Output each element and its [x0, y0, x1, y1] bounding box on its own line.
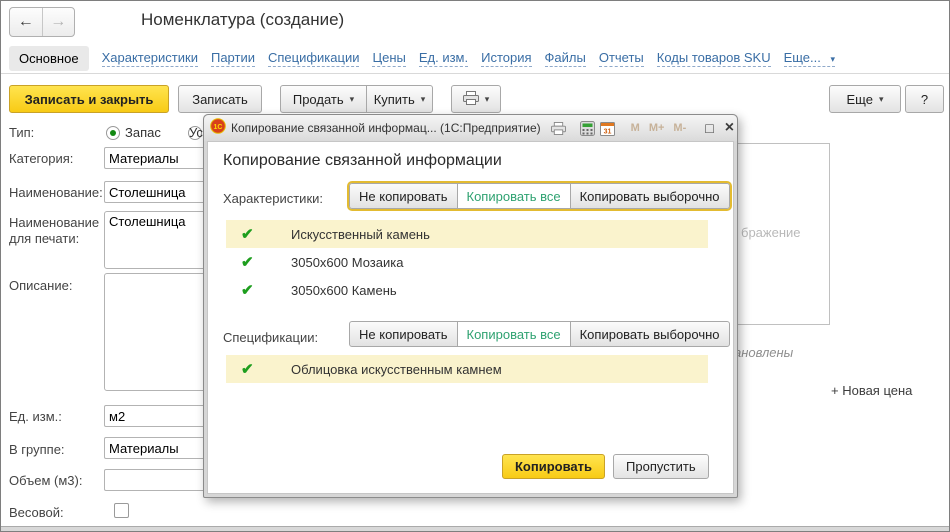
tab-specifications[interactable]: Спецификации [267, 50, 360, 67]
svg-text:31: 31 [603, 128, 611, 135]
specifications-copy-mode-group: Не копировать Копировать все Копировать … [347, 319, 732, 349]
group-input[interactable] [104, 437, 208, 459]
group-label: В группе: [9, 442, 65, 457]
tab-more[interactable]: Еще... ▾ [783, 50, 836, 67]
memory-mminus-button[interactable]: M- [671, 122, 688, 134]
skip-button[interactable]: Пропустить [613, 454, 709, 479]
new-price-link[interactable]: + Новая цена [831, 383, 912, 398]
type-radio-stock[interactable] [106, 126, 120, 140]
1c-logo-icon: 1С [210, 117, 226, 139]
print-name-label: Наименование для печати: [9, 215, 100, 246]
copy-button[interactable]: Копировать [502, 454, 606, 479]
image-placeholder-text: бражение [741, 225, 801, 240]
sell-button[interactable]: Продать ▾ [280, 85, 367, 113]
close-button[interactable]: × [722, 119, 737, 137]
volume-input[interactable] [104, 469, 208, 491]
characteristics-copy-all-button[interactable]: Копировать все [456, 183, 571, 209]
specifications-copy-selectively-button[interactable]: Копировать выборочно [569, 321, 730, 347]
print-menu-button[interactable]: ▾ [451, 85, 501, 113]
list-item[interactable]: ✔ 3050х600 Мозаика [226, 248, 708, 276]
tab-main[interactable]: Основное [9, 46, 89, 71]
tab-units[interactable]: Ед. изм. [418, 50, 469, 67]
dialog-button-row: Копировать Пропустить [502, 454, 709, 479]
weight-checkbox[interactable] [114, 503, 129, 518]
save-button[interactable]: Записать [178, 85, 262, 113]
chevron-down-icon: ▾ [830, 54, 836, 64]
tab-prices[interactable]: Цены [372, 50, 406, 67]
forward-icon: → [50, 13, 67, 30]
check-icon: ✔ [241, 226, 254, 243]
memory-m-button[interactable]: M [629, 122, 642, 134]
memory-mplus-button[interactable]: M+ [647, 122, 667, 134]
calendar-icon[interactable]: 31 [599, 118, 615, 138]
chevron-down-icon: ▾ [878, 93, 884, 104]
tab-batches[interactable]: Партии [210, 50, 255, 67]
list-item[interactable]: ✔ Облицовка искусственным камнем [226, 355, 708, 383]
main-window: ← → Номенклатура (создание) Основное Хар… [0, 0, 950, 532]
back-button[interactable]: ← [10, 8, 43, 36]
help-button[interactable]: ? [905, 85, 944, 113]
tab-history[interactable]: История [481, 50, 532, 67]
tabbar-divider [1, 73, 949, 74]
description-label: Описание: [9, 278, 73, 293]
type-label: Тип: [9, 125, 35, 140]
dialog-heading: Копирование связанной информации [223, 152, 502, 169]
category-label: Категория: [9, 151, 74, 166]
chevron-down-icon: ▾ [420, 93, 426, 104]
prices-note-text: ановлены [734, 345, 794, 360]
item-label: Облицовка искусственным камнем [291, 361, 502, 377]
characteristics-copy-mode-group: Не копировать Копировать все Копировать … [347, 181, 732, 211]
more-actions-button[interactable]: Еще ▾ [829, 85, 901, 113]
specifications-copy-all-button[interactable]: Копировать все [456, 321, 571, 347]
chevron-down-icon: ▾ [484, 93, 490, 104]
back-icon: ← [17, 13, 34, 30]
dialog-titlebar[interactable]: 1С Копирование связанной информац... (1С… [204, 115, 737, 141]
dialog-body: Копирование связанной информации Характе… [207, 141, 734, 494]
svg-text:1С: 1С [214, 124, 223, 131]
type-radio-service-label: Ус [189, 125, 203, 140]
tab-bar: Основное Характеристики Партии Специфика… [9, 46, 836, 71]
printer-icon [462, 90, 479, 108]
weight-label: Весовой: [9, 505, 64, 520]
chevron-down-icon: ▾ [349, 93, 355, 104]
description-textarea[interactable] [104, 273, 208, 391]
calculator-icon[interactable] [579, 118, 595, 138]
page-title: Номенклатура (создание) [141, 10, 345, 29]
copy-related-info-dialog: 1С Копирование связанной информац... (1С… [203, 114, 738, 498]
check-icon: ✔ [241, 254, 254, 271]
tab-files[interactable]: Файлы [544, 50, 586, 67]
printer-icon[interactable] [550, 118, 566, 138]
category-input[interactable] [104, 147, 208, 169]
list-item[interactable]: ✔ Искусственный камень [226, 220, 708, 248]
nav-history-buttons: ← → [9, 7, 75, 37]
check-icon: ✔ [241, 361, 254, 378]
item-label: 3050х600 Камень [291, 282, 397, 298]
tab-reports[interactable]: Отчеты [598, 50, 644, 67]
name-input[interactable] [104, 181, 208, 203]
dialog-title: Копирование связанной информац... (1С:Пр… [231, 121, 541, 135]
list-item[interactable]: ✔ 3050х600 Камень [226, 276, 708, 304]
sell-buy-group: Продать ▾ Купить ▾ [280, 85, 433, 113]
type-radio-stock-label: Запас [125, 125, 161, 140]
volume-label: Объем (м3): [9, 473, 83, 488]
tab-characteristics[interactable]: Характеристики [101, 50, 198, 67]
window-bottom-edge [1, 526, 949, 531]
unit-input[interactable] [104, 405, 208, 427]
unit-label: Ед. изм.: [9, 409, 62, 424]
check-icon: ✔ [241, 282, 254, 299]
forward-button[interactable]: → [43, 8, 75, 36]
characteristics-label: Характеристики: [223, 191, 324, 206]
specifications-label: Спецификации: [223, 330, 319, 345]
name-label: Наименование: [9, 185, 103, 200]
buy-button[interactable]: Купить ▾ [366, 85, 433, 113]
print-name-textarea[interactable]: Столешница [104, 211, 208, 269]
item-label: Искусственный камень [291, 226, 430, 242]
specifications-dont-copy-button[interactable]: Не копировать [349, 321, 458, 347]
maximize-button[interactable]: □ [702, 120, 716, 136]
tab-sku-codes[interactable]: Коды товаров SKU [656, 50, 771, 67]
save-and-close-button[interactable]: Записать и закрыть [9, 85, 169, 113]
characteristics-dont-copy-button[interactable]: Не копировать [349, 183, 458, 209]
item-label: 3050х600 Мозаика [291, 254, 404, 270]
characteristics-copy-selectively-button[interactable]: Копировать выборочно [569, 183, 730, 209]
